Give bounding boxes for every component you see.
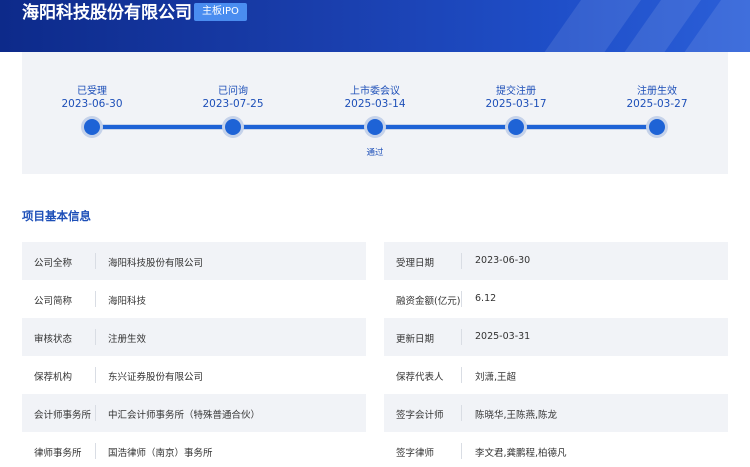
step-date: 2025-03-14 [344,98,406,110]
info-cell: 签字会计师 陈晓华,王陈燕,陈龙 [384,394,728,432]
table-row: 保荐机构 东兴证券股份有限公司 保荐代表人 刘潇,王超 [22,356,728,394]
step-dot-icon [81,116,103,138]
field-value: 东兴证券股份有限公司 [108,372,204,383]
divider [461,443,462,459]
field-label: 签字律师 [396,448,435,459]
info-cell: 签字律师 李文君,龚鹏程,柏德凡 [384,432,728,467]
info-cell: 会计师事务所 中汇会计师事务所（特殊普通合伙） [22,394,366,432]
table-row: 会计师事务所 中汇会计师事务所（特殊普通合伙） 签字会计师 陈晓华,王陈燕,陈龙 [22,394,728,432]
field-label: 保荐机构 [34,372,73,383]
info-cell: 保荐代表人 刘潇,王超 [384,356,728,394]
timeline-step[interactable]: 注册生效 2025-03-27 [597,85,717,195]
info-cell: 审核状态 注册生效 [22,318,366,356]
field-value: 中汇会计师事务所（特殊普通合伙） [108,410,261,421]
info-cell: 受理日期 2023-06-30 [384,242,728,280]
field-label: 签字会计师 [396,410,444,421]
field-label: 律师事务所 [34,448,82,459]
divider [95,367,96,383]
field-value: 国浩律师（南京）事务所 [108,448,213,459]
field-label: 审核状态 [34,334,73,345]
field-value: 6.12 [475,293,497,304]
info-cell: 公司简称 海阳科技 [22,280,366,318]
step-date: 2025-03-17 [485,98,547,110]
divider [461,329,462,345]
step-date: 2023-07-25 [202,98,264,110]
field-value: 海阳科技股份有限公司 [108,258,204,269]
divider [461,367,462,383]
field-label: 公司简称 [34,296,73,307]
info-table: 公司全称 海阳科技股份有限公司 受理日期 2023-06-30 公司简称 海阳科… [22,242,728,467]
step-date: 2023-06-30 [61,98,123,110]
step-date: 2025-03-27 [626,98,688,110]
page-header: 海阳科技股份有限公司 主板IPO [0,0,750,52]
info-cell: 公司全称 海阳科技股份有限公司 [22,242,366,280]
step-label: 已问询 [218,86,248,97]
progress-timeline: 已受理 2023-06-30 已问询 2023-07-25 上市委会议 2025… [22,52,728,174]
field-label: 会计师事务所 [34,410,92,421]
board-tag: 主板IPO [194,3,247,21]
company-title: 海阳科技股份有限公司 [22,3,192,23]
table-row: 律师事务所 国浩律师（南京）事务所 签字律师 李文君,龚鹏程,柏德凡 [22,432,728,467]
step-dot-icon [364,116,386,138]
step-dot-icon [505,116,527,138]
field-label: 更新日期 [396,334,435,345]
table-row: 公司简称 海阳科技 融资金额(亿元) 6.12 [22,280,728,318]
step-label: 上市委会议 [350,86,400,97]
info-cell: 保荐机构 东兴证券股份有限公司 [22,356,366,394]
section-title: 项目基本信息 [22,209,91,223]
field-label: 公司全称 [34,258,73,269]
field-value: 2025-03-31 [475,331,531,342]
info-cell: 融资金额(亿元) 6.12 [384,280,728,318]
table-row: 审核状态 注册生效 更新日期 2025-03-31 [22,318,728,356]
timeline-step[interactable]: 上市委会议 2025-03-14 通过 [315,85,435,195]
field-value: 李文君,龚鹏程,柏德凡 [475,448,567,459]
step-label: 已受理 [77,86,107,97]
step-dot-icon [222,116,244,138]
info-cell: 律师事务所 国浩律师（南京）事务所 [22,432,366,467]
step-label: 提交注册 [496,86,536,97]
field-label: 保荐代表人 [396,372,444,383]
step-note: 通过 [366,148,384,158]
field-value: 刘潇,王超 [475,372,517,383]
timeline-step[interactable]: 已问询 2023-07-25 [173,85,293,195]
divider [461,253,462,269]
timeline-step[interactable]: 提交注册 2025-03-17 [456,85,576,195]
divider [95,329,96,345]
field-value: 2023-06-30 [475,255,531,266]
field-value: 海阳科技 [108,296,147,307]
divider [95,253,96,269]
divider [95,291,96,307]
timeline-step[interactable]: 已受理 2023-06-30 [32,85,152,195]
info-cell: 更新日期 2025-03-31 [384,318,728,356]
divider [461,405,462,421]
step-label: 注册生效 [637,86,677,97]
field-value: 陈晓华,王陈燕,陈龙 [475,410,558,421]
field-label: 受理日期 [396,258,435,269]
field-value: 注册生效 [108,334,147,345]
divider [95,405,96,421]
table-row: 公司全称 海阳科技股份有限公司 受理日期 2023-06-30 [22,242,728,280]
field-label: 融资金额(亿元) [396,296,461,307]
divider [95,443,96,459]
divider [461,291,462,307]
step-dot-icon [646,116,668,138]
